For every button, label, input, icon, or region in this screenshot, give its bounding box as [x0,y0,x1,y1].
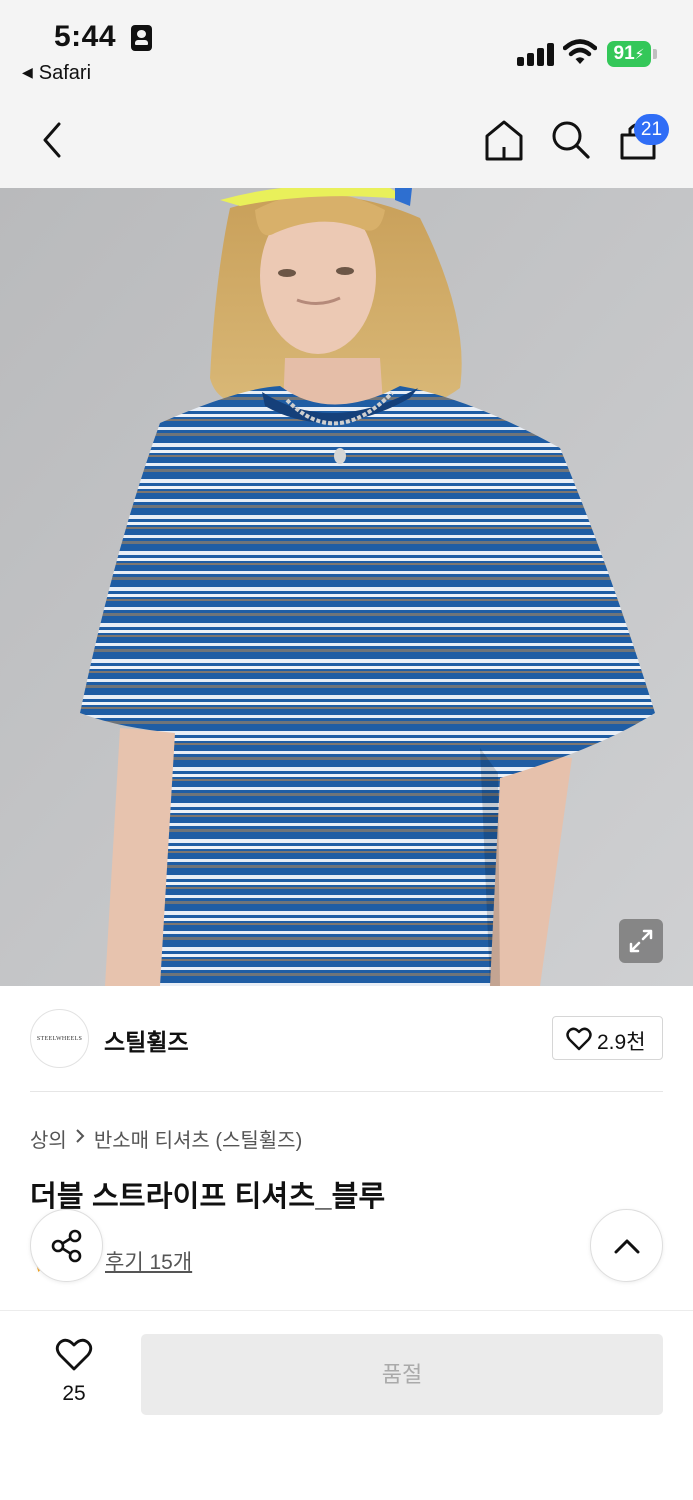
home-icon[interactable] [483,118,525,162]
status-bar: 5:44 ◀ Safari 91⚡ [0,0,693,95]
brand-logo[interactable]: STEELWHEELS [30,1009,89,1068]
share-icon [51,1229,81,1262]
expand-image-button[interactable] [619,919,663,963]
product-photo [0,188,693,986]
battery-level: 91 [613,43,635,64]
review-link[interactable]: 후기 15개 [105,1246,192,1276]
back-icon[interactable] [38,120,66,160]
back-to-app-link[interactable]: ◀ Safari [22,62,91,85]
wifi-icon [563,39,597,64]
expand-icon [629,929,653,953]
brand-like-button[interactable]: 2.9천 [552,1016,663,1060]
wishlist-button[interactable]: 25 [44,1336,104,1410]
heart-icon [566,1027,592,1051]
brand-logo-text: STEELWHEELS [36,1036,83,1042]
chevron-up-icon [614,1239,639,1253]
search-icon[interactable] [550,119,592,161]
product-title: 더블 스트라이프 티셔츠_블루 [30,1181,386,1213]
back-app-label: Safari [38,62,92,84]
breadcrumb-category[interactable]: 상의 [30,1124,67,1153]
contact-card-icon [131,25,152,51]
scroll-to-top-button[interactable] [590,1209,663,1282]
wishlist-count: 25 [62,1382,86,1405]
cellular-signal-icon [517,42,555,66]
breadcrumb: 상의 반소매 티셔츠 (스틸휠즈) [30,1124,302,1153]
battery-indicator: 91⚡ [607,41,651,67]
status-time: 5:44 [54,20,117,53]
sold-out-button[interactable]: 품절 [141,1334,663,1415]
divider [30,1091,663,1092]
heart-icon [55,1338,93,1371]
chevron-right-icon [75,1127,85,1150]
cart-count-badge: 21 [634,114,669,145]
share-button[interactable] [30,1209,103,1282]
battery-cap [653,49,657,59]
product-image[interactable] [0,188,693,986]
back-triangle-icon: ◀ [22,64,33,80]
breadcrumb-subcategory[interactable]: 반소매 티셔츠 (스틸휠즈) [94,1124,302,1153]
brand-name[interactable]: 스틸휠즈 [104,1023,189,1057]
brand-like-count: 2.9천 [597,1031,646,1054]
